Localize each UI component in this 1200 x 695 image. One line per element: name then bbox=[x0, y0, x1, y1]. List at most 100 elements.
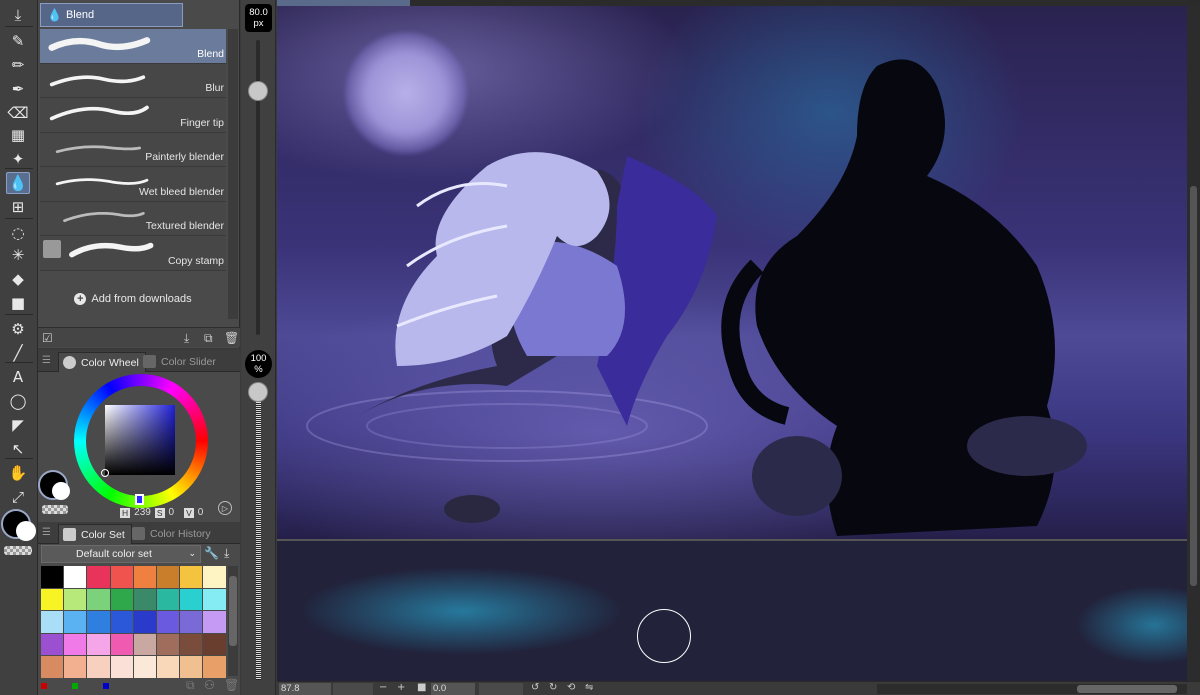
color-swatch[interactable] bbox=[110, 656, 134, 679]
color-swatch[interactable] bbox=[110, 588, 134, 611]
delete-color-icon[interactable]: 🗑 bbox=[224, 678, 239, 692]
flip-icon[interactable]: ⇋ bbox=[585, 682, 593, 693]
color-swatch[interactable] bbox=[203, 611, 227, 634]
tab-color-slider[interactable]: Color Slider bbox=[139, 352, 222, 372]
toolbar-transparent-color[interactable] bbox=[4, 546, 32, 555]
canvas-vertical-scrollbar[interactable] bbox=[1187, 6, 1200, 681]
subtool-item[interactable]: Finger tip bbox=[40, 98, 226, 133]
tab-color-history[interactable]: Color History bbox=[128, 524, 217, 544]
stop-icon[interactable]: ■ bbox=[417, 682, 426, 693]
subtool-item[interactable]: Blend bbox=[40, 29, 226, 64]
rotate-left-icon[interactable]: ↺ bbox=[531, 682, 539, 693]
hue-marker[interactable] bbox=[135, 494, 144, 505]
grid-tool-icon[interactable]: ⊞ bbox=[6, 196, 30, 218]
canvas-horizontal-scrollbar[interactable] bbox=[877, 684, 1187, 694]
panel-menu-icon[interactable]: ☰ bbox=[42, 527, 51, 538]
color-swatch[interactable] bbox=[180, 588, 204, 611]
color-swatch[interactable] bbox=[41, 633, 65, 656]
sub-color-swatch[interactable] bbox=[52, 482, 70, 500]
import-color-icon[interactable]: ⤓ bbox=[224, 546, 229, 561]
color-set-scrollbar[interactable] bbox=[228, 566, 238, 676]
subtool-scrollbar[interactable] bbox=[228, 29, 238, 319]
zoom-field[interactable]: 87.8 bbox=[279, 683, 331, 695]
gradient-tool-icon[interactable]: ■ bbox=[6, 292, 30, 314]
color-swatch[interactable] bbox=[87, 656, 111, 679]
color-swatch[interactable] bbox=[203, 588, 227, 611]
color-swatch[interactable] bbox=[156, 566, 181, 589]
artwork-canvas[interactable] bbox=[277, 6, 1200, 539]
decoration-tool-icon[interactable]: ▦ bbox=[6, 124, 30, 146]
color-swatch[interactable] bbox=[64, 611, 88, 634]
color-swatch[interactable] bbox=[41, 566, 65, 589]
figure-tool-icon[interactable]: ⚙ bbox=[6, 318, 30, 340]
reset-rotation-icon[interactable]: ⟲ bbox=[567, 682, 575, 693]
object-tool-icon[interactable]: ↖ bbox=[6, 438, 30, 460]
color-swatch[interactable] bbox=[110, 611, 134, 634]
pencil-tool-icon[interactable]: ✏ bbox=[6, 54, 30, 76]
rotation-slider[interactable] bbox=[479, 683, 523, 695]
subtool-item[interactable]: Wet bleed blender bbox=[40, 167, 226, 202]
color-swatch[interactable] bbox=[110, 566, 134, 589]
tab-color-set[interactable]: Color Set bbox=[58, 524, 132, 544]
color-swatch[interactable] bbox=[203, 633, 227, 656]
color-swatch[interactable] bbox=[133, 633, 157, 656]
color-swatch[interactable] bbox=[156, 588, 181, 611]
color-swatch[interactable] bbox=[64, 588, 88, 611]
add-color-icon[interactable]: ⧉ bbox=[186, 678, 195, 693]
color-set-dropdown[interactable]: Default color set ⌄ bbox=[41, 545, 201, 563]
color-swatch[interactable] bbox=[133, 588, 157, 611]
brush-tool-icon[interactable]: ✒ bbox=[6, 78, 30, 100]
color-swatch[interactable] bbox=[87, 633, 111, 656]
rotate-right-icon[interactable]: ↻ bbox=[549, 682, 557, 693]
text-tool-icon[interactable]: A bbox=[6, 366, 30, 388]
saturation-value-square[interactable] bbox=[105, 405, 175, 475]
blend-tool-icon[interactable]: 💧 bbox=[6, 172, 30, 194]
brush-size-knob[interactable] bbox=[248, 81, 268, 102]
add-from-downloads-button[interactable]: + Add from downloads bbox=[40, 283, 226, 315]
balloon-tool-icon[interactable]: ◯ bbox=[6, 390, 30, 412]
color-swatch[interactable] bbox=[180, 566, 204, 589]
color-swatch[interactable] bbox=[41, 588, 65, 611]
zoom-out-icon[interactable]: − bbox=[379, 682, 387, 693]
delete-subtool-icon[interactable]: 🗑 bbox=[224, 331, 239, 345]
color-swatch[interactable] bbox=[64, 656, 88, 679]
color-swatch[interactable] bbox=[87, 611, 111, 634]
duplicate-subtool-icon[interactable]: ⧉ bbox=[204, 331, 213, 346]
tab-color-wheel[interactable]: Color Wheel bbox=[58, 352, 146, 372]
pen-tool-icon[interactable]: ✎ bbox=[6, 30, 30, 52]
color-swatch[interactable] bbox=[41, 611, 65, 634]
eraser-tool-icon[interactable]: ⌫ bbox=[6, 102, 30, 124]
color-swatch[interactable] bbox=[87, 566, 111, 589]
transparent-color-swatch[interactable] bbox=[42, 505, 68, 514]
color-swatch[interactable] bbox=[64, 633, 88, 656]
color-swatch[interactable] bbox=[203, 566, 227, 589]
subtool-item[interactable]: Blur bbox=[40, 63, 226, 98]
hand-tool-icon[interactable]: ✋ bbox=[6, 462, 30, 484]
color-swatch[interactable] bbox=[156, 656, 181, 679]
eyedropper-tool-icon[interactable]: ⤢ bbox=[6, 486, 30, 508]
color-swatch[interactable] bbox=[156, 611, 181, 634]
color-swatch[interactable] bbox=[133, 611, 157, 634]
color-swatch[interactable] bbox=[133, 656, 157, 679]
color-swatch[interactable] bbox=[41, 656, 65, 679]
subtool-group-tab[interactable]: 💧 Blend bbox=[40, 3, 183, 27]
color-swatch[interactable] bbox=[87, 588, 111, 611]
sparkle-tool-icon[interactable]: ✦ bbox=[6, 148, 30, 170]
wrench-icon[interactable]: 🔧 bbox=[204, 546, 219, 560]
color-swatch[interactable] bbox=[64, 566, 88, 589]
line-tool-icon[interactable]: ╱ bbox=[6, 342, 30, 364]
opacity-track[interactable] bbox=[256, 402, 261, 680]
eyedrop-color-icon[interactable]: ⚇ bbox=[204, 678, 215, 692]
import-subtool-icon[interactable]: ⤓ bbox=[184, 331, 189, 346]
subtool-item[interactable]: Painterly blender bbox=[40, 132, 226, 167]
zoom-slider[interactable] bbox=[333, 683, 373, 695]
subtool-item[interactable]: Textured blender bbox=[40, 201, 226, 236]
opacity-knob[interactable] bbox=[248, 382, 268, 402]
color-swatch[interactable] bbox=[110, 633, 134, 656]
frame-tool-icon[interactable]: ◤ bbox=[6, 414, 30, 436]
subtool-item[interactable]: Copy stamp bbox=[40, 236, 226, 271]
color-swatch[interactable] bbox=[156, 633, 181, 656]
fill-tool-icon[interactable]: ◆ bbox=[6, 268, 30, 290]
sv-cursor[interactable] bbox=[101, 469, 109, 477]
lasso-tool-icon[interactable]: ◌ bbox=[6, 222, 30, 244]
